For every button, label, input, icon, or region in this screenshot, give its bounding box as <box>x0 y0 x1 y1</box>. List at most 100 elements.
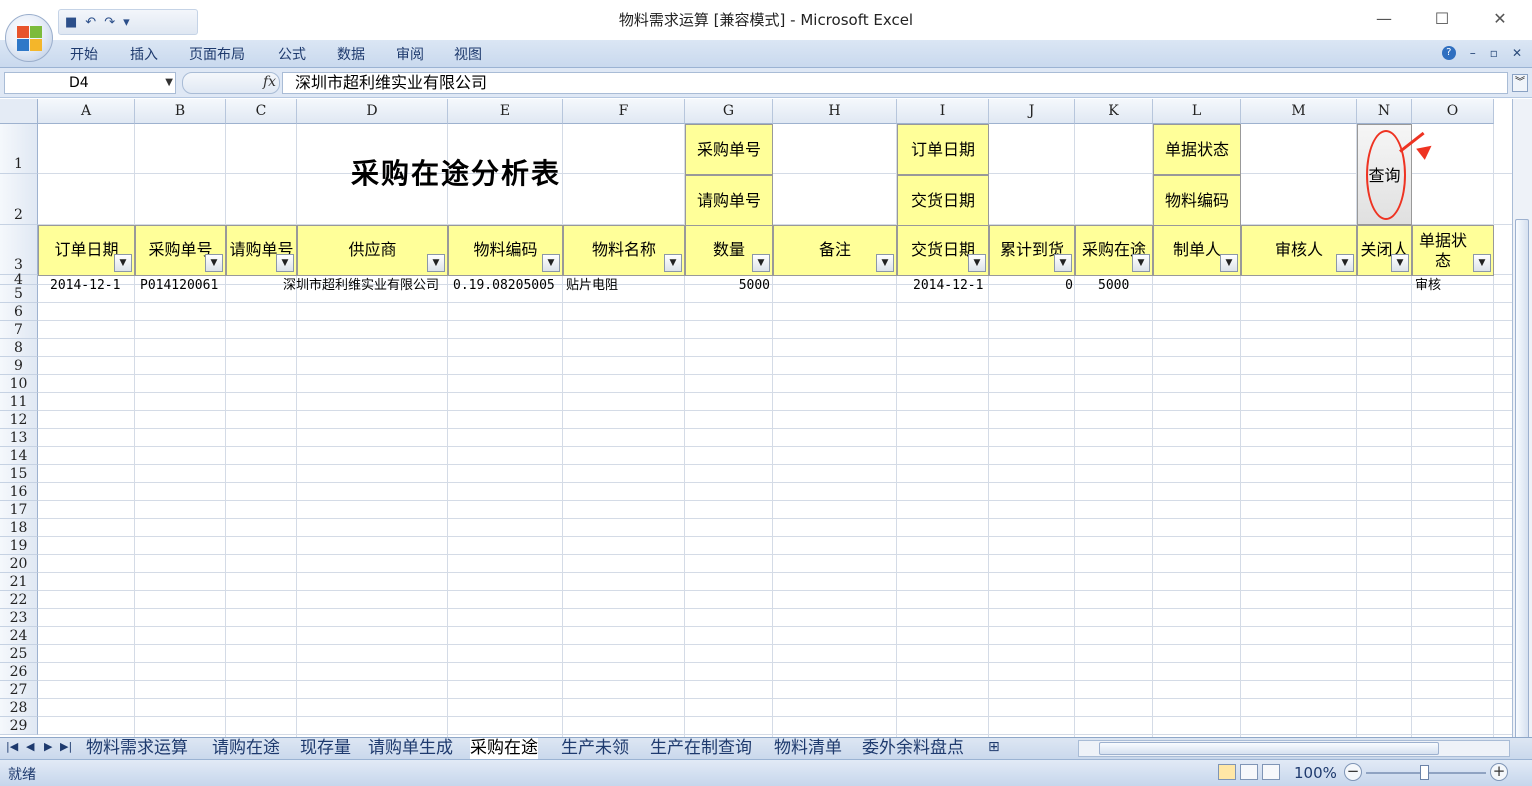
tab-data[interactable]: 数据 <box>337 44 365 64</box>
horizontal-scroll-thumb[interactable] <box>1099 742 1439 755</box>
row-header[interactable]: 23 <box>0 609 38 627</box>
column-header[interactable]: H <box>773 99 897 124</box>
filter-dropdown-icon[interactable]: ▼ <box>664 254 682 272</box>
row-header[interactable]: 26 <box>0 663 38 681</box>
sheet-tab[interactable]: 生产在制查询 <box>650 738 752 759</box>
filter-dropdown-icon[interactable]: ▼ <box>1473 254 1491 272</box>
redo-icon[interactable]: ↷ <box>104 16 115 29</box>
horizontal-scrollbar[interactable] <box>1078 740 1510 757</box>
undo-icon[interactable]: ↶ <box>85 16 96 29</box>
column-header[interactable]: C <box>226 99 297 124</box>
last-sheet-icon[interactable]: ▶| <box>60 740 72 753</box>
column-header[interactable]: A <box>38 99 135 124</box>
cell-material-name[interactable]: 贴片电阻 <box>566 277 618 295</box>
row-header[interactable]: 13 <box>0 429 38 447</box>
cell-in-transit[interactable]: 5000 <box>1098 277 1129 295</box>
office-button[interactable] <box>5 14 53 62</box>
row-header[interactable]: 5 <box>0 285 38 303</box>
sheet-tab[interactable]: 现存量 <box>300 738 351 759</box>
filter-dropdown-icon[interactable]: ▼ <box>276 254 294 272</box>
tab-insert[interactable]: 插入 <box>130 44 158 64</box>
column-header[interactable]: O <box>1412 99 1494 124</box>
zoom-slider-thumb[interactable] <box>1420 765 1429 780</box>
column-header[interactable]: D <box>297 99 448 124</box>
filter-dropdown-icon[interactable]: ▼ <box>1132 254 1150 272</box>
row-header[interactable]: 21 <box>0 573 38 591</box>
cell-supplier[interactable]: 深圳市超利维实业有限公司 <box>283 277 448 295</box>
save-icon[interactable]: ■ <box>65 16 77 29</box>
cell-order-date[interactable]: 2014-12-1 <box>50 277 120 295</box>
column-header[interactable]: N <box>1357 99 1412 124</box>
filter-dropdown-icon[interactable]: ▼ <box>427 254 445 272</box>
ribbon-minimize-button[interactable]: – <box>1470 46 1476 60</box>
tab-review[interactable]: 审阅 <box>396 44 424 64</box>
first-sheet-icon[interactable]: |◀ <box>6 740 18 753</box>
maximize-button[interactable]: ☐ <box>1422 6 1462 32</box>
column-header[interactable]: F <box>563 99 685 124</box>
row-header[interactable]: 12 <box>0 411 38 429</box>
page-break-view-icon[interactable] <box>1262 764 1280 780</box>
ribbon-restore-button[interactable]: ▫ <box>1490 46 1498 60</box>
row-header[interactable]: 7 <box>0 321 38 339</box>
chevron-down-icon[interactable]: ▼ <box>165 73 173 93</box>
page-layout-view-icon[interactable] <box>1240 764 1258 780</box>
filter-dropdown-icon[interactable]: ▼ <box>1391 254 1409 272</box>
fx-icon[interactable]: fx <box>263 74 276 90</box>
cell-purchase-no[interactable]: P014120061 <box>140 277 218 295</box>
sheet-tab[interactable]: 请购单生成 <box>368 738 453 759</box>
row-header[interactable]: 25 <box>0 645 38 663</box>
row-header[interactable]: 10 <box>0 375 38 393</box>
row-header[interactable]: 8 <box>0 339 38 357</box>
zoom-level[interactable]: 100% <box>1294 764 1337 782</box>
zoom-in-icon[interactable]: + <box>1490 763 1508 781</box>
tab-home[interactable]: 开始 <box>70 44 98 64</box>
row-header[interactable]: 3 <box>0 225 38 275</box>
row-header[interactable]: 14 <box>0 447 38 465</box>
name-box[interactable]: D4 ▼ <box>4 72 176 94</box>
row-header[interactable]: 4 <box>0 273 38 287</box>
sheet-tab[interactable]: 委外余料盘点 <box>862 738 964 759</box>
row-header[interactable]: 27 <box>0 681 38 699</box>
filter-dropdown-icon[interactable]: ▼ <box>114 254 132 272</box>
row-header[interactable]: 15 <box>0 465 38 483</box>
prev-sheet-icon[interactable]: ◀ <box>26 740 34 753</box>
insert-sheet-icon[interactable]: ⊞ <box>988 739 1000 755</box>
column-header[interactable]: M <box>1241 99 1357 124</box>
row-header[interactable]: 17 <box>0 501 38 519</box>
row-header[interactable]: 24 <box>0 627 38 645</box>
sheet-tab[interactable]: 生产未领 <box>561 738 629 759</box>
row-header[interactable]: 16 <box>0 483 38 501</box>
sheet-tab[interactable]: 请购在途 <box>212 738 280 759</box>
column-header[interactable]: B <box>135 99 226 124</box>
cell-material-code[interactable]: 0.19.08205005 <box>453 277 563 295</box>
cell-received[interactable]: 0 <box>1000 277 1073 295</box>
vertical-scroll-thumb[interactable] <box>1515 219 1529 786</box>
close-button[interactable]: ✕ <box>1480 6 1520 32</box>
row-header[interactable]: 6 <box>0 303 38 321</box>
filter-dropdown-icon[interactable]: ▼ <box>1220 254 1238 272</box>
select-all-corner[interactable] <box>0 99 38 124</box>
row-header[interactable]: 9 <box>0 357 38 375</box>
expand-formula-bar-icon[interactable]: ︾ <box>1512 74 1528 92</box>
filter-dropdown-icon[interactable]: ▼ <box>968 254 986 272</box>
row-header[interactable]: 2 <box>0 174 38 225</box>
cell-status[interactable]: 审核 <box>1415 277 1441 295</box>
sheet-tab[interactable]: 物料需求运算 <box>86 738 188 759</box>
customize-qat-icon[interactable]: ▾ <box>123 16 130 29</box>
column-header[interactable]: I <box>897 99 989 124</box>
row-header[interactable]: 20 <box>0 555 38 573</box>
next-sheet-icon[interactable]: ▶ <box>44 740 52 753</box>
column-header[interactable]: K <box>1075 99 1153 124</box>
row-header[interactable]: 11 <box>0 393 38 411</box>
row-header[interactable]: 28 <box>0 699 38 717</box>
sheet-tab[interactable]: 物料清单 <box>774 738 842 759</box>
filter-dropdown-icon[interactable]: ▼ <box>752 254 770 272</box>
column-header[interactable]: G <box>685 99 773 124</box>
ribbon-close-button[interactable]: ✕ <box>1512 46 1522 60</box>
column-header[interactable]: L <box>1153 99 1241 124</box>
tab-formulas[interactable]: 公式 <box>278 44 306 64</box>
zoom-out-icon[interactable]: − <box>1344 763 1362 781</box>
tab-view[interactable]: 视图 <box>454 44 482 64</box>
filter-dropdown-icon[interactable]: ▼ <box>542 254 560 272</box>
normal-view-icon[interactable] <box>1218 764 1236 780</box>
